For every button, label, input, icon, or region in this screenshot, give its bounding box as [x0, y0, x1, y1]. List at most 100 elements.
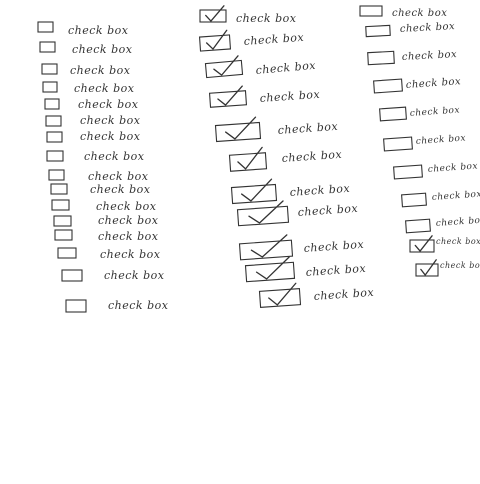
- checkmark-icon: [217, 85, 243, 106]
- checkbox-label: check box: [70, 64, 131, 77]
- checkbox-row-middle-10: check box: [244, 256, 367, 283]
- checkbox-label: check box: [436, 216, 480, 229]
- checkbox-unchecked: [42, 81, 58, 93]
- checkbox-row-left-10: check box: [50, 183, 151, 196]
- checkbox-label: check box: [243, 31, 305, 48]
- checkbox-row-left-14: check box: [57, 247, 161, 261]
- checkbox-row-right-8: check box: [401, 190, 480, 208]
- checkbox-label: check box: [104, 269, 165, 282]
- checkmark-icon: [414, 235, 433, 252]
- checkbox-label: check box: [84, 150, 145, 163]
- checkbox-row-left-15: check box: [61, 269, 165, 282]
- checkbox-checked: [208, 90, 248, 108]
- checkbox-unchecked: [379, 106, 407, 122]
- checkbox-row-right-4: check box: [373, 76, 461, 94]
- checkbox-label: check box: [88, 170, 149, 183]
- checkbox-label: check box: [289, 182, 351, 199]
- checkbox-label: check box: [440, 261, 480, 270]
- checkbox-row-left-5: check box: [44, 98, 138, 111]
- checkbox-unchecked: [54, 229, 73, 241]
- checkbox-checked: [244, 261, 296, 283]
- checkbox-label: check box: [313, 286, 375, 303]
- checkbox-unchecked: [53, 215, 72, 227]
- checkbox-label: check box: [297, 202, 359, 219]
- checkbox-row-right-10: check box: [409, 235, 480, 253]
- checkbox-unchecked: [45, 115, 62, 127]
- checkmark-icon: [268, 282, 297, 306]
- checkbox-unchecked: [405, 218, 431, 234]
- checkbox-label: check box: [80, 114, 141, 127]
- checkbox-label: check box: [428, 162, 479, 175]
- checkmark-icon: [250, 234, 288, 258]
- checkbox-row-middle-4: check box: [208, 85, 321, 108]
- checkbox-row-left-9: check box: [48, 169, 149, 183]
- checkbox-unchecked: [39, 41, 56, 53]
- checkbox-row-right-6: check box: [383, 134, 466, 152]
- checkmark-icon: [225, 116, 257, 140]
- checkbox-row-middle-8: check box: [236, 200, 359, 227]
- checkbox-checked: [236, 205, 290, 227]
- checkmark-icon: [205, 5, 225, 22]
- checkbox-label: check box: [80, 130, 141, 143]
- checkbox-label: check box: [277, 120, 339, 137]
- checkbox-unchecked: [50, 183, 68, 195]
- checkbox-row-middle-9: check box: [238, 234, 365, 261]
- checkbox-row-middle-1: check box: [199, 5, 296, 25]
- checkbox-label: check box: [436, 237, 480, 246]
- checkbox-unchecked: [373, 78, 403, 94]
- checkbox-label: check box: [74, 82, 135, 95]
- checkmark-icon: [205, 29, 228, 50]
- checkbox-label: check box: [402, 49, 458, 63]
- checkbox-label: check box: [68, 24, 129, 37]
- checkbox-unchecked: [393, 164, 423, 180]
- checkbox-checked: [238, 239, 294, 261]
- handwritten-checkbox-sheet: check box check box check box check box chec…: [0, 0, 480, 480]
- checkmark-icon: [255, 256, 290, 280]
- checkbox-label: check box: [72, 43, 133, 56]
- checkmark-icon: [237, 146, 263, 170]
- checkbox-row-left-11: check box: [51, 199, 157, 213]
- checkbox-unchecked: [46, 150, 64, 162]
- checkmark-icon: [420, 259, 437, 276]
- checkbox-checked: [409, 239, 435, 253]
- checkbox-label: check box: [108, 299, 169, 312]
- checkbox-row-middle-3: check box: [204, 55, 317, 79]
- checkbox-label: check box: [432, 190, 480, 203]
- checkbox-unchecked: [367, 50, 395, 66]
- checkbox-row-right-9: check box: [405, 216, 480, 234]
- checkbox-label: check box: [96, 200, 157, 213]
- checkbox-row-left-4: check box: [42, 81, 135, 95]
- checkbox-label: check box: [98, 230, 159, 243]
- checkbox-unchecked: [65, 299, 87, 313]
- checkbox-row-left-8: check box: [46, 150, 145, 163]
- checkbox-unchecked: [48, 169, 65, 181]
- checkbox-row-left-1: check box: [37, 21, 129, 37]
- checkbox-unchecked: [44, 98, 60, 110]
- checkbox-label: check box: [405, 76, 461, 91]
- checkbox-checked: [230, 183, 278, 205]
- checkbox-label: check box: [400, 21, 456, 35]
- checkbox-checked: [258, 288, 302, 308]
- checkbox-row-left-12: check box: [53, 214, 159, 227]
- checkmark-icon: [213, 55, 239, 76]
- checkbox-unchecked: [37, 21, 54, 33]
- checkbox-unchecked: [57, 247, 77, 259]
- checkbox-row-right-3: check box: [367, 49, 458, 66]
- checkbox-row-right-7: check box: [393, 162, 479, 180]
- checkbox-label: check box: [100, 248, 161, 261]
- checkbox-checked: [415, 263, 439, 277]
- checkbox-unchecked: [359, 5, 383, 17]
- checkbox-row-right-5: check box: [379, 106, 460, 122]
- checkbox-unchecked: [401, 192, 427, 208]
- checkbox-label: check box: [90, 183, 151, 196]
- checkbox-row-middle-7: check box: [230, 178, 351, 205]
- checkbox-checked: [214, 121, 262, 143]
- checkbox-row-middle-5: check box: [214, 116, 339, 143]
- checkbox-unchecked: [41, 63, 58, 75]
- checkbox-label: check box: [98, 214, 159, 227]
- checkbox-row-middle-11: check box: [258, 282, 375, 308]
- checkbox-row-left-3: check box: [41, 63, 131, 77]
- checkbox-row-right-1: check box: [359, 5, 447, 19]
- checkbox-label: check box: [392, 8, 447, 19]
- checkbox-checked: [204, 59, 244, 79]
